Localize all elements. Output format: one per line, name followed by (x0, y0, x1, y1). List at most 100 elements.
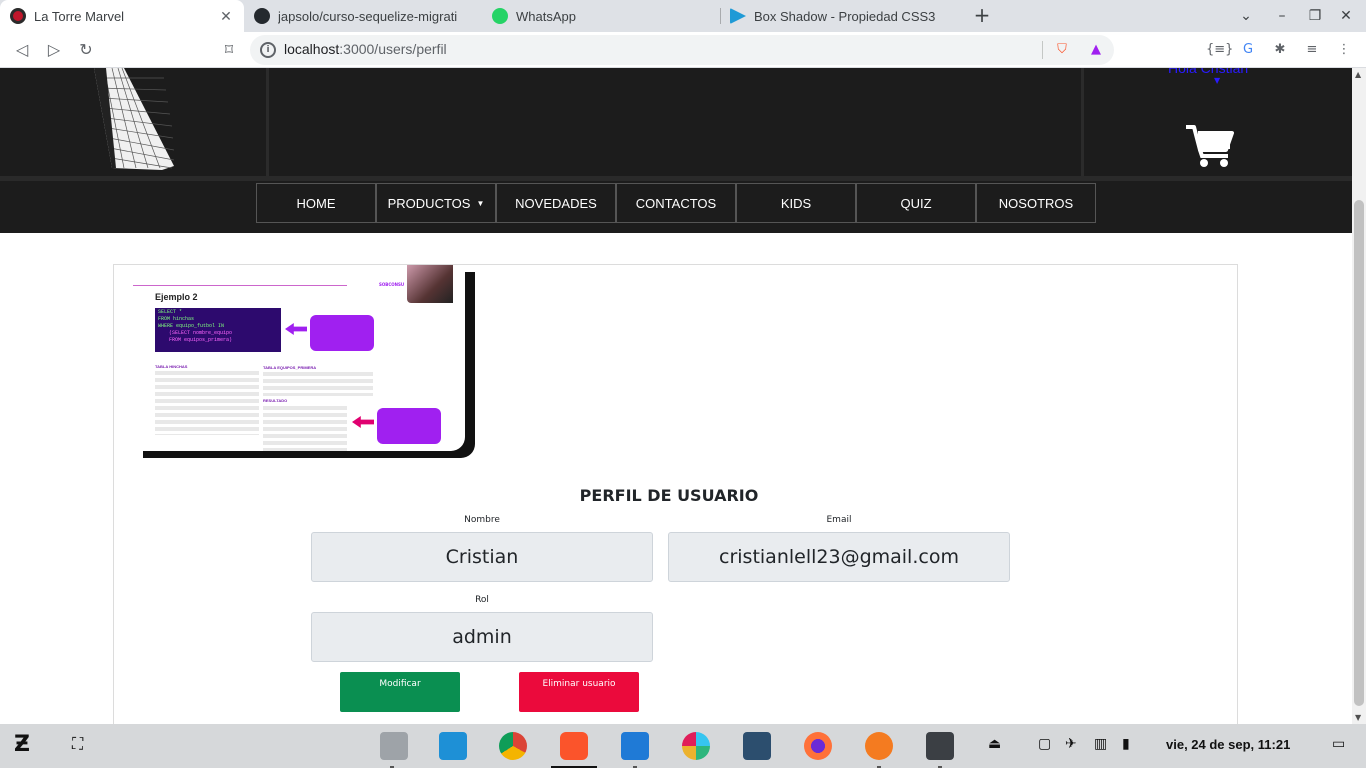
chrome-icon[interactable] (499, 732, 527, 760)
update-manager-icon[interactable] (865, 732, 893, 760)
callout-bubble (377, 408, 441, 444)
arrow-left-icon (285, 323, 307, 335)
tab-github[interactable]: japsolo/curso-sequelize-migrati (244, 0, 482, 32)
nombre-field[interactable]: Cristian (311, 532, 653, 582)
main-nav: HOME PRODUCTOS ▼ NOVEDADES CONTACTOS KIDS… (256, 183, 1096, 223)
marvel-tower-logo (94, 68, 175, 170)
page-scrollbar[interactable]: ▲ ▼ (1352, 68, 1366, 724)
brave-shield-icon[interactable]: ⛉ (1052, 40, 1072, 60)
forward-icon[interactable]: ▷ (42, 38, 66, 62)
nav-kids[interactable]: KIDS (736, 183, 856, 223)
reload-icon[interactable]: ↻ (74, 38, 98, 62)
media-controls-icon[interactable]: ≡ (1302, 40, 1322, 60)
battery-icon[interactable]: ▮ (1122, 736, 1130, 752)
scroll-up-icon[interactable]: ▲ (1355, 70, 1361, 79)
brave-icon[interactable] (560, 732, 588, 760)
play-favicon-icon (730, 8, 746, 24)
bookmark-icon[interactable]: ⌑ (217, 38, 241, 62)
header-divider (1081, 68, 1084, 178)
screen-icon[interactable]: ▢ (1038, 736, 1051, 752)
nombre-label: Nombre (464, 515, 500, 525)
back-icon[interactable]: ◁ (10, 38, 34, 62)
signal-icon[interactable]: ▥ (1094, 736, 1107, 752)
shopping-cart-icon[interactable] (1186, 124, 1234, 168)
profile-image: Ejemplo 2 SOBCONSU SELECT * FROM hinchas… (133, 265, 465, 451)
nav-novedades[interactable]: NOVEDADES (496, 183, 616, 223)
nav-quiz[interactable]: QUIZ (856, 183, 976, 223)
slide-heading: Ejemplo 2 (155, 292, 198, 302)
header-divider (266, 68, 269, 178)
software-store-icon[interactable] (439, 732, 467, 760)
email-field[interactable]: cristianlell23@gmail.com (668, 532, 1010, 582)
nav-home[interactable]: HOME (256, 183, 376, 223)
whatsapp-icon (492, 8, 508, 24)
scroll-down-icon[interactable]: ▼ (1355, 713, 1361, 722)
header-stripe (0, 176, 1352, 181)
files-icon[interactable] (380, 732, 408, 760)
minimize-icon[interactable]: – (1272, 6, 1292, 26)
modify-button[interactable]: Modificar (340, 672, 460, 712)
tab-title: japsolo/curso-sequelize-migrati (278, 8, 458, 24)
tab-la-torre-marvel[interactable]: La Torre Marvel ✕ (0, 0, 244, 32)
nav-contactos[interactable]: CONTACTOS (616, 183, 736, 223)
brave-rewards-icon[interactable]: ▲ (1086, 40, 1106, 60)
table-title: TABLA HINCHAS (155, 364, 188, 369)
address-bar[interactable]: i localhost:3000/users/perfil ⛉ ▲ (250, 35, 1114, 65)
user-greeting-link[interactable]: Hola Cristian (1168, 68, 1248, 76)
url-text: localhost:3000/users/perfil (284, 41, 447, 57)
omnibox-divider (1042, 41, 1043, 59)
nav-nosotros[interactable]: NOSOTROS (976, 183, 1096, 223)
presenter-photo (407, 265, 453, 303)
zorin-menu-icon[interactable]: Ƶ (14, 732, 30, 757)
sql-code-box: SELECT * FROM hinchas WHERE equipo_futbo… (155, 308, 281, 352)
slide-brand: SOBCONSU (379, 282, 405, 287)
translate-icon[interactable]: G (1238, 40, 1258, 60)
delete-user-button[interactable]: Eliminar usuario (519, 672, 639, 712)
tab-title: La Torre Marvel (34, 8, 125, 24)
new-tab-button[interactable]: + (970, 4, 994, 28)
chevron-down-icon[interactable]: ▼ (1214, 76, 1220, 85)
json-viewer-icon[interactable]: {≡} (1206, 40, 1233, 60)
terminal-icon[interactable] (926, 732, 954, 760)
email-label: Email (826, 515, 852, 525)
profile-card: Ejemplo 2 SOBCONSU SELECT * FROM hinchas… (113, 264, 1238, 724)
slack-icon[interactable] (682, 732, 710, 760)
mysql-workbench-icon[interactable] (743, 732, 771, 760)
close-icon[interactable]: ✕ (218, 8, 234, 25)
tab-title: WhatsApp (516, 8, 576, 24)
table-hinchas (155, 371, 259, 435)
airplane-icon[interactable]: ✈ (1065, 736, 1077, 752)
close-window-icon[interactable]: ✕ (1336, 6, 1356, 26)
menu-icon[interactable]: ⋮ (1334, 40, 1354, 60)
scrollbar-thumb[interactable] (1354, 200, 1364, 706)
table-equipos (263, 372, 373, 396)
table-title: RESULTADO (263, 398, 288, 403)
os-taskbar: Ƶ ⛶ ⏏ ▢ ✈ ▥ ▮ vie, 24 de sep, 11:21 ▭ (0, 724, 1366, 768)
maximize-icon[interactable]: ❐ (1305, 6, 1325, 26)
github-icon (254, 8, 270, 24)
tab-search-icon[interactable]: ⌄ (1236, 6, 1256, 26)
tab-box-shadow[interactable]: Box Shadow - Propiedad CSS3 (720, 0, 960, 32)
rol-field[interactable]: admin (311, 612, 653, 662)
callout-bubble (310, 315, 374, 351)
firefox-icon[interactable] (804, 732, 832, 760)
clock[interactable]: vie, 24 de sep, 11:21 (1166, 737, 1290, 752)
vscode-icon[interactable] (621, 732, 649, 760)
eject-icon[interactable]: ⏏ (988, 736, 1001, 752)
site-info-icon[interactable]: i (260, 42, 276, 58)
rol-label: Rol (475, 595, 489, 605)
browser-tab-bar: La Torre Marvel ✕ japsolo/curso-sequeliz… (0, 0, 1366, 32)
table-title: TABLA EQUIPOS_PRIMERA (263, 365, 317, 370)
extensions-icon[interactable]: ✱ (1270, 40, 1290, 60)
tab-whatsapp[interactable]: WhatsApp (482, 0, 720, 32)
table-resultado (263, 406, 347, 451)
nav-productos[interactable]: PRODUCTOS ▼ (376, 183, 496, 223)
profile-title: PERFIL DE USUARIO (579, 486, 759, 505)
web-page: Hola Cristian ▼ HOME PRODUCTOS ▼ NOVEDADE… (0, 68, 1352, 724)
arrow-left-icon (352, 416, 374, 428)
site-header: Hola Cristian ▼ HOME PRODUCTOS ▼ NOVEDADE… (0, 68, 1352, 233)
caret-down-icon: ▼ (476, 198, 485, 208)
slide-rule (133, 285, 347, 286)
notifications-icon[interactable]: ▭ (1332, 736, 1345, 752)
workspaces-icon[interactable]: ⛶ (72, 734, 83, 754)
